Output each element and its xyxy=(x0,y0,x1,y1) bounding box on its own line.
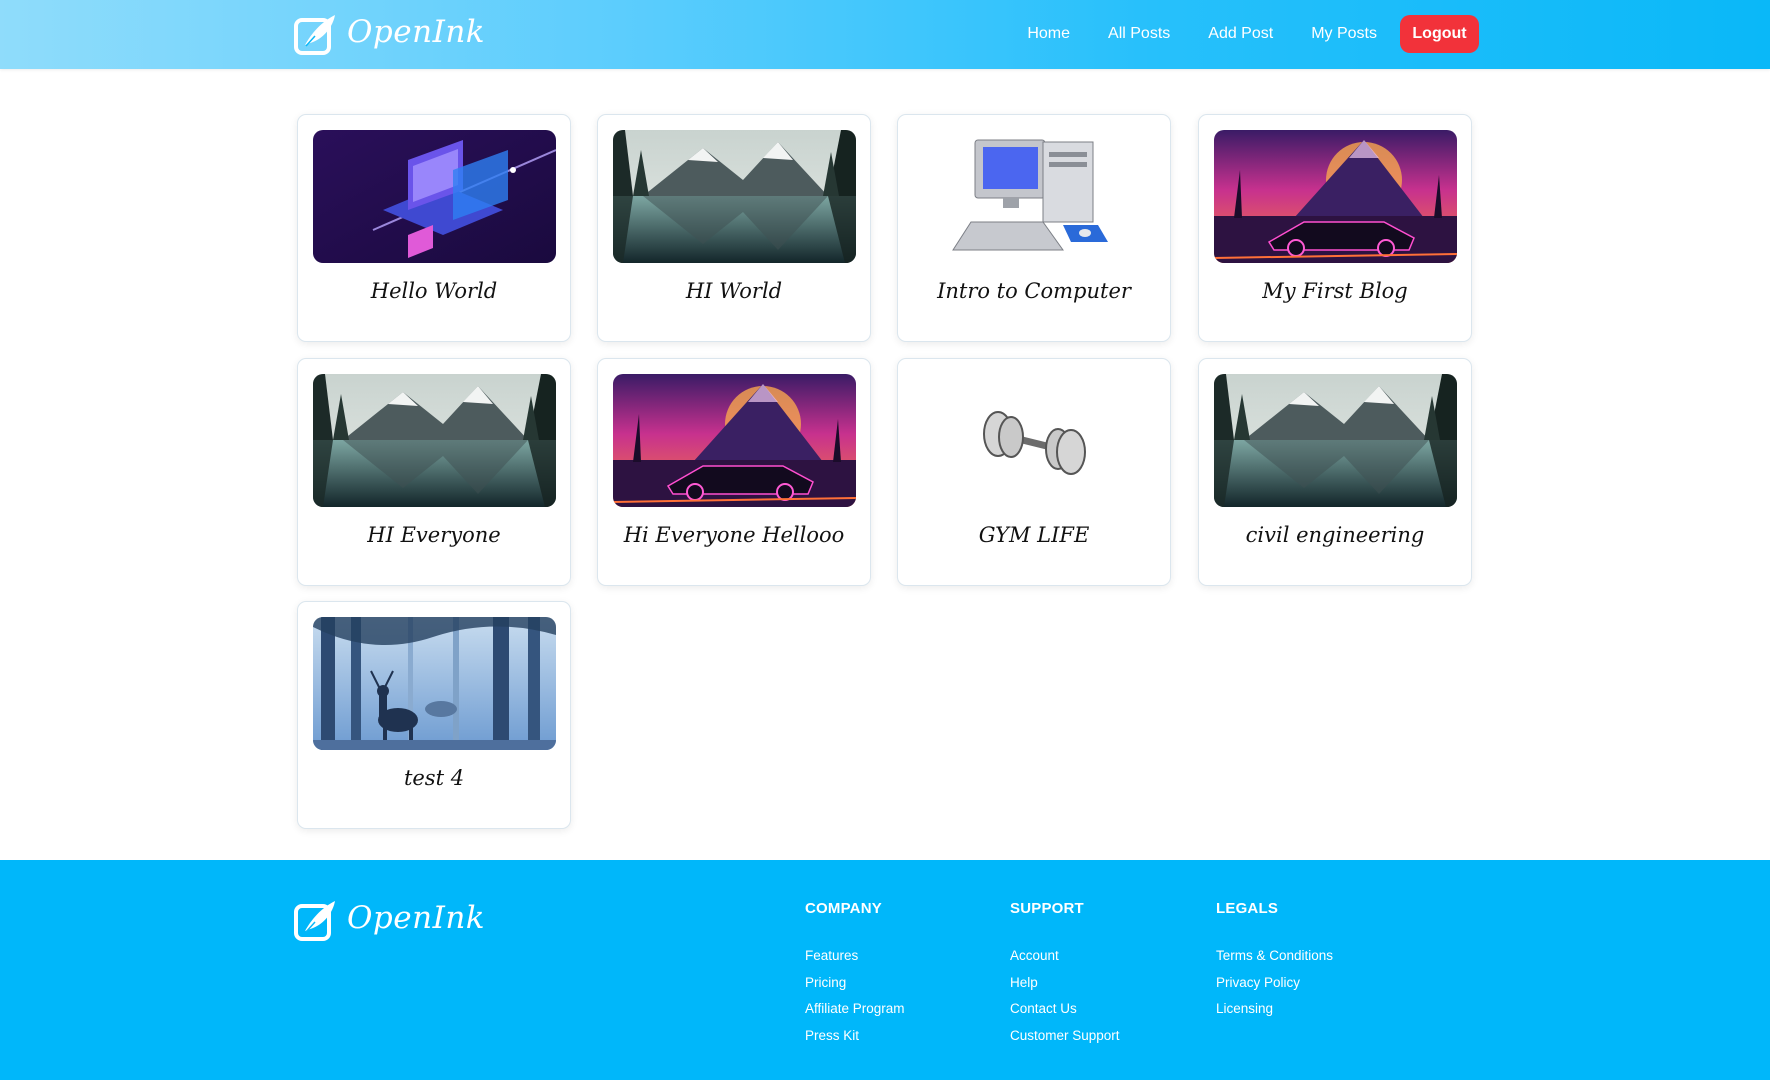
footer-legals-column: LEGALS Terms & Conditions Privacy Policy… xyxy=(1216,900,1333,1023)
footer-brand-link[interactable]: OpenInk xyxy=(293,898,485,942)
nav-links: Home All Posts Add Post My Posts Logout xyxy=(1008,15,1479,53)
footer-link-terms-conditions[interactable]: Terms & Conditions xyxy=(1216,943,1333,970)
quill-logo-icon xyxy=(293,12,337,56)
footer-link-features[interactable]: Features xyxy=(805,943,905,970)
footer-support-heading: SUPPORT xyxy=(1010,900,1084,917)
post-card[interactable]: HI Everyone xyxy=(297,358,571,586)
post-card[interactable]: Intro to Computer xyxy=(897,114,1171,342)
footer-link-contact-us[interactable]: Contact Us xyxy=(1010,996,1120,1023)
post-card[interactable]: GYM LIFE xyxy=(897,358,1171,586)
footer-link-privacy-policy[interactable]: Privacy Policy xyxy=(1216,970,1333,997)
post-title[interactable]: GYM LIFE xyxy=(898,523,1170,547)
post-thumbnail-dumbbell[interactable] xyxy=(913,374,1156,507)
post-card[interactable]: test 4 xyxy=(297,601,571,829)
footer-brand-name: OpenInk xyxy=(347,900,486,936)
nav-my-posts-link[interactable]: My Posts xyxy=(1292,15,1396,53)
post-thumbnail-mountain-lake[interactable] xyxy=(613,130,856,263)
post-thumbnail-mountain-lake[interactable] xyxy=(1214,374,1457,507)
post-title[interactable]: HI Everyone xyxy=(298,523,570,547)
footer-link-pricing[interactable]: Pricing xyxy=(805,970,905,997)
post-title[interactable]: civil engineering xyxy=(1199,523,1471,547)
post-title[interactable]: Intro to Computer xyxy=(898,279,1170,303)
quill-logo-icon xyxy=(293,898,337,942)
footer-link-customer-support[interactable]: Customer Support xyxy=(1010,1023,1120,1050)
top-navbar: OpenInk Home All Posts Add Post My Posts… xyxy=(0,0,1770,69)
nav-all-posts-link[interactable]: All Posts xyxy=(1089,15,1189,53)
post-card[interactable]: HI World xyxy=(597,114,871,342)
nav-home-link[interactable]: Home xyxy=(1008,15,1089,53)
nav-add-post-link[interactable]: Add Post xyxy=(1189,15,1292,53)
post-thumbnail-isometric-laptop[interactable] xyxy=(313,130,556,263)
post-thumbnail-forest-deer[interactable] xyxy=(313,617,556,750)
post-card[interactable]: civil engineering xyxy=(1198,358,1472,586)
brand-home-link[interactable]: OpenInk xyxy=(293,12,485,56)
footer-company-column: COMPANY Features Pricing Affiliate Progr… xyxy=(805,900,905,1050)
footer-link-account[interactable]: Account xyxy=(1010,943,1120,970)
footer-company-heading: COMPANY xyxy=(805,900,882,917)
post-thumbnail-desktop-computer[interactable] xyxy=(913,130,1156,263)
post-title[interactable]: Hi Everyone Hellooo xyxy=(598,523,870,547)
logout-button[interactable]: Logout xyxy=(1400,15,1479,53)
footer-link-help[interactable]: Help xyxy=(1010,970,1120,997)
footer-support-column: SUPPORT Account Help Contact Us Customer… xyxy=(1010,900,1120,1050)
post-card[interactable]: My First Blog xyxy=(1198,114,1472,342)
post-thumbnail-synthwave-car[interactable] xyxy=(613,374,856,507)
post-title[interactable]: Hello World xyxy=(298,279,570,303)
footer-legals-heading: LEGALS xyxy=(1216,900,1279,917)
footer-link-press-kit[interactable]: Press Kit xyxy=(805,1023,905,1050)
post-thumbnail-mountain-lake[interactable] xyxy=(313,374,556,507)
footer-link-licensing[interactable]: Licensing xyxy=(1216,996,1333,1023)
brand-name: OpenInk xyxy=(347,14,486,50)
post-title[interactable]: HI World xyxy=(598,279,870,303)
post-title[interactable]: My First Blog xyxy=(1199,279,1471,303)
post-thumbnail-synthwave-car[interactable] xyxy=(1214,130,1457,263)
footer-link-affiliate-program[interactable]: Affiliate Program xyxy=(805,996,905,1023)
post-card[interactable]: Hi Everyone Hellooo xyxy=(597,358,871,586)
post-title[interactable]: test 4 xyxy=(298,766,570,790)
site-footer: OpenInk COMPANY Features Pricing Affilia… xyxy=(0,860,1770,1080)
post-card[interactable]: Hello World xyxy=(297,114,571,342)
